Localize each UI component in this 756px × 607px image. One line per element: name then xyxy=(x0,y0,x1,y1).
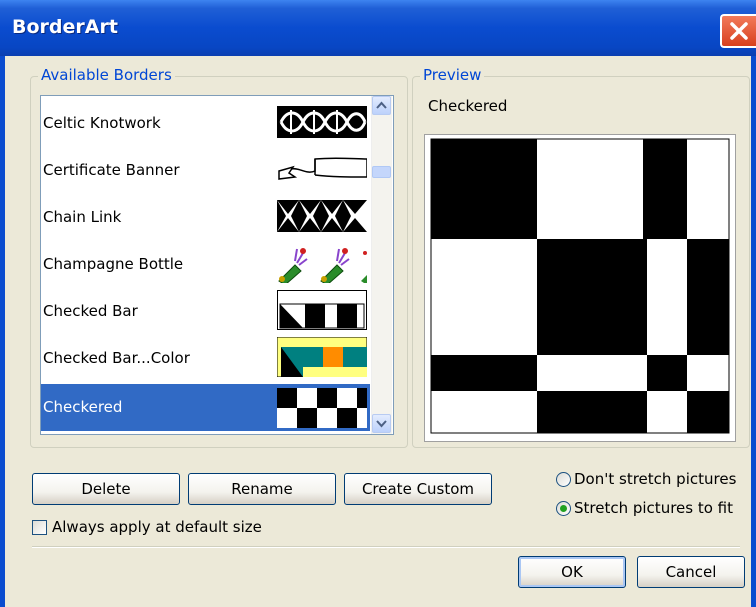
checkered-preview xyxy=(425,135,735,441)
list-item[interactable]: Certificate Banner xyxy=(41,147,370,194)
banner-thumbnail xyxy=(278,157,367,180)
list-item-selected[interactable]: Checkered xyxy=(41,384,370,431)
scroll-down-button[interactable] xyxy=(372,414,391,433)
separator xyxy=(32,546,740,548)
scroll-thumb[interactable] xyxy=(372,166,391,178)
scroll-up-button[interactable] xyxy=(372,96,391,115)
delete-button[interactable]: Delete xyxy=(32,473,180,505)
dont-stretch-radio[interactable] xyxy=(556,472,571,487)
checked-bar-thumbnail xyxy=(277,290,367,330)
close-button[interactable] xyxy=(720,14,756,48)
checked-bar-color-thumbnail xyxy=(277,337,367,377)
preview-border-name: Checkered xyxy=(428,97,508,115)
available-borders-label: Available Borders xyxy=(38,66,175,84)
dont-stretch-label: Don't stretch pictures xyxy=(574,470,737,488)
list-item-label: Chain Link xyxy=(43,208,122,226)
list-item-label: Champagne Bottle xyxy=(43,255,184,273)
list-item[interactable]: Checked Bar xyxy=(41,288,370,335)
list-item[interactable]: Champagne Bottle xyxy=(41,241,370,288)
window-frame-left xyxy=(0,56,5,607)
champagne-bottle-thumbnail xyxy=(278,248,367,283)
borders-listbox[interactable]: Celtic Knotwork Certificate Banner Chain… xyxy=(40,95,394,435)
borders-scrollbar[interactable] xyxy=(371,96,392,434)
stretch-fit-label: Stretch pictures to fit xyxy=(574,499,734,517)
preview-label: Preview xyxy=(420,66,485,84)
chevron-up-icon xyxy=(376,101,387,109)
window-frame-right xyxy=(751,56,756,607)
list-item-label: Certificate Banner xyxy=(43,161,180,179)
list-item-label: Checkered xyxy=(43,398,123,416)
checkered-thumbnail xyxy=(277,388,367,428)
always-apply-label: Always apply at default size xyxy=(52,518,262,536)
borderart-dialog: BorderArt Available Borders Celtic Knotw… xyxy=(0,0,756,607)
chain-link-thumbnail xyxy=(277,200,367,232)
stretch-fit-radio[interactable] xyxy=(556,501,571,516)
list-item[interactable]: Checked Bar...Color xyxy=(41,335,370,382)
title-bar[interactable]: BorderArt xyxy=(0,0,756,56)
always-apply-checkbox[interactable] xyxy=(32,520,47,535)
list-item-label: Checked Bar xyxy=(43,302,138,320)
list-item[interactable]: Chain Link xyxy=(41,194,370,241)
list-item[interactable]: Celtic Knotwork xyxy=(41,100,370,147)
rename-button[interactable]: Rename xyxy=(188,473,336,505)
ok-button[interactable]: OK xyxy=(518,556,626,588)
chevron-down-icon xyxy=(376,420,387,428)
preview-canvas xyxy=(424,134,736,442)
close-x-icon xyxy=(730,22,748,40)
window-title: BorderArt xyxy=(12,16,118,38)
create-custom-button[interactable]: Create Custom xyxy=(344,473,492,505)
list-item-label: Celtic Knotwork xyxy=(43,114,161,132)
list-item-label: Checked Bar...Color xyxy=(43,349,190,367)
celtic-knot-thumbnail xyxy=(277,106,367,138)
radio-selected-dot xyxy=(560,505,567,512)
cancel-button[interactable]: Cancel xyxy=(637,556,745,588)
